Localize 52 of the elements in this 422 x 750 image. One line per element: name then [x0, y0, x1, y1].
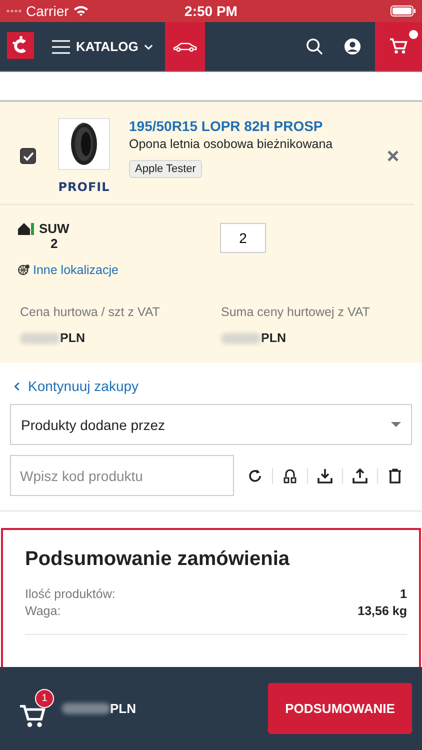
currency: PLN: [60, 331, 85, 345]
globe-icon: [18, 264, 30, 276]
user-icon: [344, 38, 360, 55]
cart-icon: [20, 704, 46, 728]
price-label: Suma ceny hurtowej z VAT: [221, 305, 371, 319]
currency: PLN: [261, 331, 286, 345]
blurred-amount: [62, 703, 110, 714]
continue-shopping-link[interactable]: Kontynuuj zakupy: [10, 378, 412, 394]
brand-logo: PROFIL: [58, 180, 110, 194]
summary-title: Podsumowanie zamówienia: [25, 548, 291, 571]
cart-button[interactable]: [375, 22, 422, 71]
refresh-icon: [247, 468, 263, 484]
clock: 2:50 PM: [184, 3, 238, 19]
stock-count: 2: [50, 236, 58, 251]
menu-icon: [52, 40, 70, 54]
wifi-icon: [72, 5, 89, 17]
product-link[interactable]: 195/50R15 LOPR 82H PROSP: [129, 118, 323, 134]
summary-label: Waga:: [25, 604, 61, 618]
upload-icon: [352, 468, 368, 484]
dropdown-arrow-icon: [391, 422, 401, 427]
quantity-field[interactable]: 2: [220, 223, 266, 253]
checkbox[interactable]: [20, 148, 36, 164]
product-description: Opona letnia osobowa bieżnikowana: [129, 137, 333, 151]
warehouse-name: SUW: [39, 221, 70, 236]
trash-icon: [387, 468, 403, 484]
currency: PLN: [110, 701, 136, 716]
price-label: Cena hurtowa / szt z VAT: [20, 305, 161, 319]
warehouse-stock-icon: [18, 221, 34, 235]
other-locations-link[interactable]: Inne lokalizacje: [18, 263, 220, 277]
blurred-amount: [20, 332, 60, 344]
logo[interactable]: [7, 32, 34, 59]
user-tag: Apple Tester: [129, 160, 202, 178]
blurred-amount: [221, 332, 261, 344]
chevron-down-icon: [144, 44, 154, 50]
product-code-field[interactable]: Wpisz kod produktu: [10, 455, 234, 496]
search-icon: [306, 38, 322, 55]
car-icon: [173, 42, 198, 52]
download-icon: [317, 468, 333, 484]
cart-count-badge: 1: [35, 688, 54, 708]
chevron-left-icon: [14, 382, 20, 390]
close-icon: [387, 150, 399, 162]
carrier-name: Carrier: [26, 3, 69, 19]
summary-value: 13,56 kg: [358, 604, 407, 618]
filter-dropdown[interactable]: Produkty dodane przez: [10, 404, 412, 445]
summary-button[interactable]: PODSUMOWANIE: [268, 683, 412, 734]
battery-icon: [390, 5, 416, 17]
vehicle-button[interactable]: [165, 22, 206, 71]
summary-value: 1: [400, 587, 407, 601]
cart-icon: [390, 38, 408, 55]
summary-label: Ilość produktów:: [25, 587, 116, 601]
share-icon: [282, 468, 298, 484]
signal-icon: [6, 9, 22, 13]
